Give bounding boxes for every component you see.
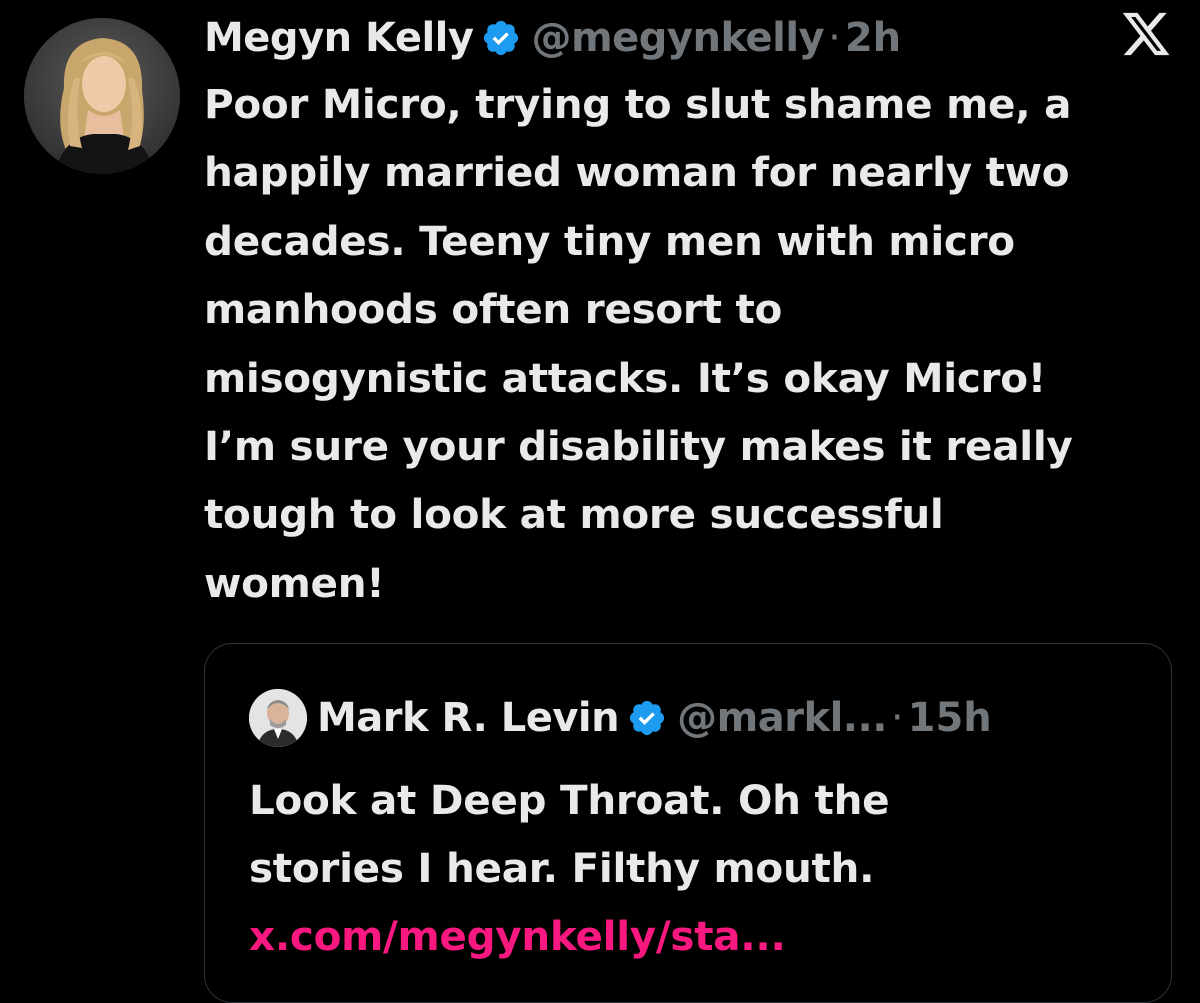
tweet-text-line: women! xyxy=(204,558,385,607)
tweet-header: Megyn Kelly @megynkelly · 2h xyxy=(204,8,901,68)
tweet-text-line: happily married woman for nearly two xyxy=(204,148,1070,197)
tweet-text: Poor Micro, trying to slut shame me, a h… xyxy=(204,70,1194,617)
separator-dot: · xyxy=(828,15,841,61)
verified-badge-icon xyxy=(481,18,521,58)
quoted-link[interactable]: x.com/megynkelly/sta... xyxy=(249,902,1149,970)
tweet-text-line: I’m sure your disability makes it really xyxy=(204,422,1073,471)
quoted-timestamp[interactable]: 15h xyxy=(908,695,992,741)
avatar-photo-icon xyxy=(24,18,180,174)
quoted-avatar[interactable] xyxy=(249,689,307,747)
quoted-tweet-header: Mark R. Levin @markl... · 15h xyxy=(249,688,992,748)
tweet[interactable]: Megyn Kelly @megynkelly · 2h Poor Micro,… xyxy=(0,0,1200,1003)
quoted-tweet-card[interactable]: Mark R. Levin @markl... · 15h Look at De… xyxy=(204,643,1172,1003)
display-name[interactable]: Megyn Kelly xyxy=(204,15,474,61)
tweet-text-line: tough to look at more successful xyxy=(204,490,944,539)
tweet-text-line: Poor Micro, trying to slut shame me, a xyxy=(204,80,1072,128)
quoted-text-line: Look at Deep Throat. Oh the xyxy=(249,776,890,824)
avatar-photo-icon xyxy=(249,689,307,747)
timestamp[interactable]: 2h xyxy=(845,15,901,61)
separator-dot: · xyxy=(890,695,904,741)
tweet-text-line: misogynistic attacks. It’s okay Micro! xyxy=(204,353,1046,402)
verified-badge-icon xyxy=(627,698,667,738)
quoted-handle[interactable]: @markl... xyxy=(677,695,887,741)
avatar[interactable] xyxy=(24,18,180,174)
quoted-text-line: stories I hear. Filthy mouth. xyxy=(249,844,875,892)
tweet-text-line: decades. Teeny tiny men with micro xyxy=(204,216,1015,265)
quoted-display-name[interactable]: Mark R. Levin xyxy=(317,695,620,741)
x-logo-icon[interactable] xyxy=(1120,8,1172,60)
tweet-text-line: manhoods often resort to xyxy=(204,285,783,334)
handle[interactable]: @megynkelly xyxy=(531,15,824,61)
quoted-tweet-text: Look at Deep Throat. Oh the stories I he… xyxy=(249,766,1149,970)
